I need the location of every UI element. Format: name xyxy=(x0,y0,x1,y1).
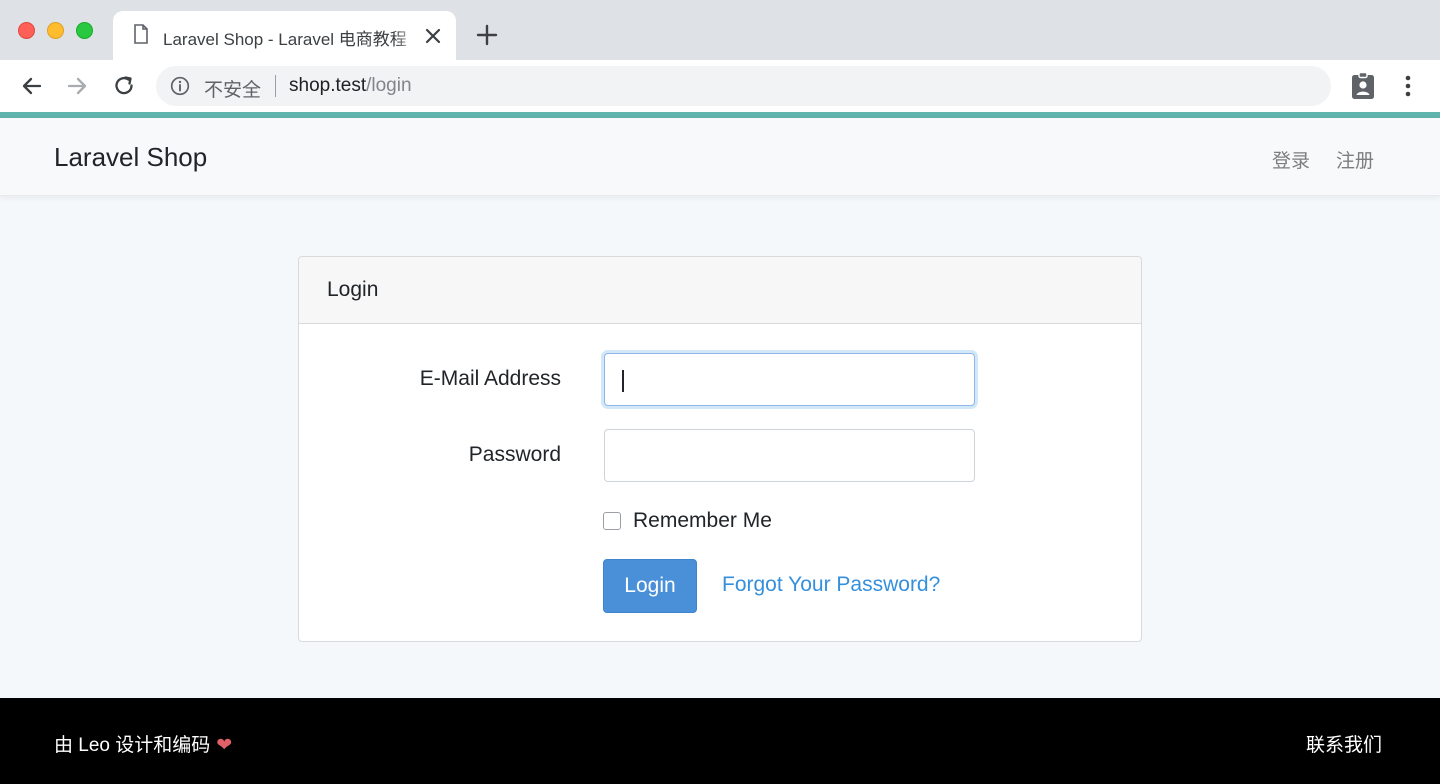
zoom-window-button[interactable] xyxy=(76,22,93,39)
footer-credit: 由 Leo 设计和编码 ❤ xyxy=(54,730,232,757)
reload-icon[interactable] xyxy=(111,73,137,99)
url-text[interactable]: shop.test/login xyxy=(289,75,412,97)
footer-credit-text: 由 Leo 设计和编码 xyxy=(54,735,211,756)
tab-title-fade xyxy=(395,21,419,49)
card-header: Login xyxy=(299,257,1141,324)
url-host: shop.test xyxy=(289,75,367,96)
password-label: Password xyxy=(468,443,561,466)
site-navbar: Laravel Shop 登录 注册 xyxy=(0,118,1440,196)
forgot-password-link[interactable]: Forgot Your Password? xyxy=(722,573,940,597)
address-divider xyxy=(275,75,276,97)
security-status-text: 不安全 xyxy=(204,80,262,101)
password-field[interactable] xyxy=(604,429,975,482)
close-window-button[interactable] xyxy=(18,22,35,39)
address-bar[interactable]: 不安全 shop.test/login xyxy=(156,66,1331,106)
login-button[interactable]: Login xyxy=(603,559,697,613)
brand-logo-text[interactable]: Laravel Shop xyxy=(54,142,207,173)
plus-icon[interactable] xyxy=(474,22,500,48)
card-title: Login xyxy=(327,278,379,301)
url-path: /login xyxy=(366,75,412,96)
tab-title: Laravel Shop - Laravel 电商教程 xyxy=(163,30,407,49)
nav-register-link[interactable]: 注册 xyxy=(1336,146,1374,173)
document-icon xyxy=(134,24,148,44)
email-field[interactable] xyxy=(604,353,975,406)
back-arrow-icon[interactable] xyxy=(19,73,45,99)
kebab-menu-icon[interactable] xyxy=(1398,73,1418,99)
remember-me-checkbox[interactable] xyxy=(603,512,621,530)
site-footer: 由 Leo 设计和编码 ❤ 联系我们 xyxy=(0,698,1440,784)
text-caret xyxy=(622,370,624,392)
email-label: E-Mail Address xyxy=(419,367,561,390)
browser-tab[interactable]: Laravel Shop - Laravel 电商教程 xyxy=(113,11,456,60)
browser-tab-strip: Laravel Shop - Laravel 电商教程 xyxy=(0,0,1440,60)
browser-toolbar: 不安全 shop.test/login xyxy=(0,60,1440,112)
nav-login-link[interactable]: 登录 xyxy=(1272,146,1310,173)
forward-arrow-icon[interactable] xyxy=(64,73,90,99)
remember-me-label[interactable]: Remember Me xyxy=(633,509,772,533)
close-icon[interactable] xyxy=(421,24,445,48)
profile-badge-icon[interactable] xyxy=(1349,71,1377,101)
info-icon[interactable] xyxy=(170,76,190,96)
heart-icon: ❤ xyxy=(216,735,233,756)
login-card: Login E-Mail Address Password Remember M… xyxy=(298,256,1142,642)
minimize-window-button[interactable] xyxy=(47,22,64,39)
contact-us-link[interactable]: 联系我们 xyxy=(1306,730,1382,757)
